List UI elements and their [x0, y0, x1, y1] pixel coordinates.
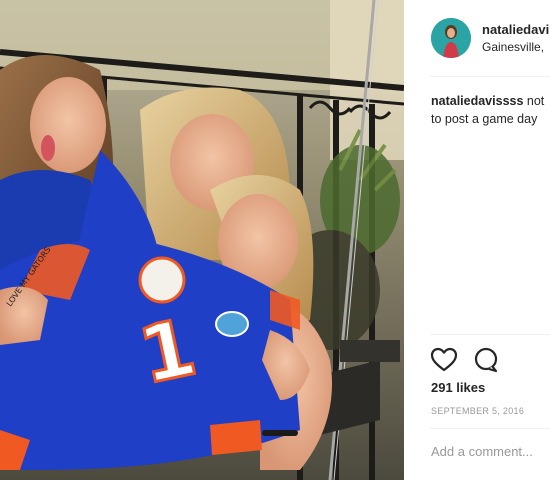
post-location[interactable]: Gainesville, [482, 40, 544, 54]
header-divider [430, 76, 550, 77]
heart-icon [430, 347, 458, 372]
caption-username[interactable]: nataliedavissss [431, 94, 523, 108]
comment-divider [430, 428, 550, 429]
jersey-patch [138, 256, 186, 304]
caption-line-1: nataliedavissss not [431, 92, 550, 110]
comment-button[interactable] [472, 346, 500, 374]
comment-bubble-icon [474, 347, 498, 373]
sec-patch [215, 311, 249, 337]
like-button[interactable] [430, 346, 458, 374]
post-date[interactable]: SEPTEMBER 5, 2016 [431, 406, 524, 416]
avatar[interactable] [431, 18, 471, 58]
like-count[interactable]: 291 likes [431, 380, 485, 395]
post-actions [430, 346, 550, 374]
hair-tie [262, 430, 298, 436]
post-username[interactable]: nataliedavi [482, 22, 549, 37]
caption-line-2: to post a game day [431, 112, 538, 126]
add-comment-input[interactable]: Add a comment... [431, 444, 533, 459]
post-photo[interactable]: LOVE MY GATORS 1 [0, 0, 404, 480]
post-caption: nataliedavissss not to post a game day [431, 92, 550, 128]
post-side-panel: nataliedavi Gainesville, nataliedavissss… [405, 0, 550, 480]
avatar-image [431, 18, 471, 58]
caption-text-1: not [523, 94, 545, 108]
actions-divider [430, 334, 550, 335]
photo-illustration: LOVE MY GATORS 1 [0, 0, 404, 480]
post-header: nataliedavi Gainesville, [431, 18, 550, 60]
